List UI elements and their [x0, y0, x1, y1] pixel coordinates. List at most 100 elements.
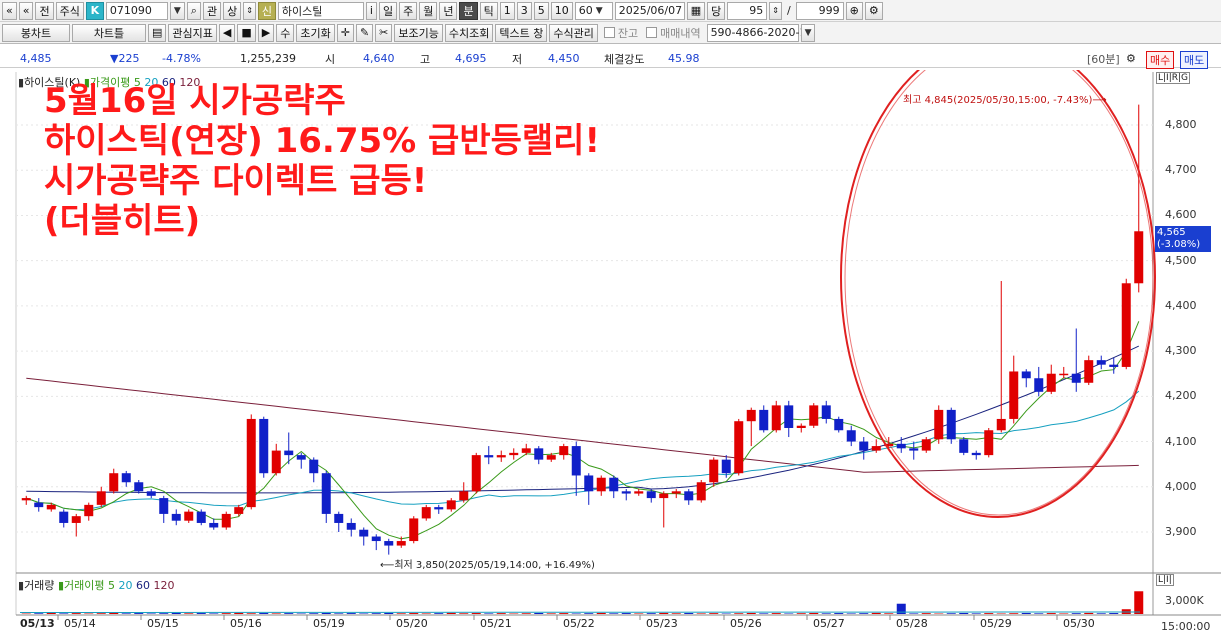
period-month-button[interactable]: 월 [419, 1, 438, 20]
settings-button[interactable]: ⚙ [864, 1, 883, 20]
interval-10-button[interactable]: 10 [550, 1, 573, 20]
headline-line-3: 시가공략주 다이렉트 급등! [44, 161, 428, 201]
candle-body [134, 482, 144, 492]
cut-button[interactable]: ✂ [375, 23, 393, 42]
headline-line-4: (더블히트) [44, 201, 201, 241]
candle-body [496, 455, 506, 458]
price-change-pct: -4.78% [162, 52, 201, 65]
count-spinner[interactable]: ⇕ [769, 1, 782, 20]
code-dropdown-button[interactable]: ▼ [169, 1, 185, 20]
volume-bar [146, 613, 156, 614]
candle-body [621, 491, 631, 494]
candle-body [696, 482, 706, 501]
candle-body [484, 455, 494, 458]
candle-body [959, 439, 969, 453]
reset-button[interactable]: 초기화 [296, 23, 335, 42]
y-tick-label: 4,200 [1165, 389, 1197, 403]
price-query-button[interactable]: 수치조회 [444, 23, 494, 42]
kospi-badge[interactable]: K [85, 1, 104, 20]
count-input[interactable]: 95 [727, 1, 768, 20]
balance-checkbox[interactable]: 잔고 [603, 25, 638, 41]
save-button[interactable]: ▤ [148, 23, 167, 42]
lir-toggle[interactable]: L|I|R|G [1156, 72, 1190, 84]
candle-body [721, 459, 731, 474]
credit-badge[interactable]: 신 [257, 1, 276, 20]
current-tag-price: 4,565 [1157, 227, 1186, 238]
candle-chart-button[interactable]: 봉차트 [2, 23, 70, 42]
sell-button[interactable]: 매도 [1180, 51, 1209, 69]
candle-body [471, 455, 481, 492]
nav-collapse-button[interactable]: « [18, 1, 34, 20]
aux-button[interactable]: 보조기능 [394, 23, 443, 42]
interval-select[interactable]: 60 ▼ [574, 1, 613, 20]
candle-body [1084, 360, 1094, 383]
watch-button[interactable]: 관 [202, 1, 222, 20]
interval-3-button[interactable]: 3 [516, 1, 532, 20]
stock-name-text: 하이스틸 [281, 4, 323, 18]
period-year-button[interactable]: 년 [439, 1, 458, 20]
scroll-left-button[interactable]: ◀ [218, 23, 236, 42]
candle-body [259, 418, 269, 474]
calendar-button[interactable]: ▦ [686, 1, 706, 20]
volume-bar [559, 613, 569, 614]
stock-info-button[interactable]: i [365, 1, 377, 20]
su-button[interactable]: 수 [276, 23, 295, 42]
stop-button[interactable]: ■ [237, 23, 256, 42]
zoom-in-button[interactable]: ⊕ [845, 1, 863, 20]
stock-code-input[interactable]: 071090 [105, 1, 168, 20]
candle-body [796, 425, 806, 428]
period-tick-button[interactable]: 틱 [479, 1, 498, 20]
volume-bar [609, 613, 619, 614]
candle-body [759, 409, 769, 431]
volume-bar [984, 613, 994, 614]
interval-1-button[interactable]: 1 [499, 1, 515, 20]
volume-bar [446, 612, 456, 614]
buy-button[interactable]: 매수 [1146, 51, 1175, 69]
caret-right-icon: ▶ [261, 26, 271, 39]
prev-button[interactable]: 전 [35, 1, 54, 20]
chart-frame-button[interactable]: 차트틀 [72, 23, 146, 42]
sang-button[interactable]: 상 [223, 1, 242, 20]
candle-body [1121, 283, 1131, 367]
volume-bar [796, 613, 806, 614]
candle-body [46, 504, 56, 510]
volume-bar [921, 613, 931, 614]
period-minute-button[interactable]: 분 [459, 1, 478, 20]
account-dropdown-button[interactable]: ▼ [800, 23, 816, 42]
candle-body [321, 473, 331, 514]
volume-bar [96, 613, 106, 614]
interval-5-button[interactable]: 5 [533, 1, 549, 20]
dang-button[interactable]: 당 [707, 1, 726, 20]
scroll-right-button[interactable]: ▶ [257, 23, 275, 42]
time-label: 15:00:00 [1161, 620, 1211, 633]
candle-body [984, 430, 994, 456]
period-week-button[interactable]: 주 [399, 1, 418, 20]
headline-line-1: 5월16일 시가공략주 [44, 81, 346, 121]
total-count-field: 999 [795, 1, 844, 20]
watch-indicator-button[interactable]: 관심지표 [168, 23, 217, 42]
crosshair-button[interactable]: ✛ [336, 23, 354, 42]
market-select[interactable]: 주식 [55, 1, 84, 20]
volume-bar [171, 612, 181, 614]
candle-body [246, 418, 256, 508]
candle-body [21, 498, 31, 501]
updown-spinner[interactable]: ⇕ [243, 1, 256, 20]
search-button[interactable]: ⌕ [186, 1, 201, 20]
period-day-button[interactable]: 일 [378, 1, 398, 20]
chevron-down-icon: ▼ [804, 27, 812, 38]
volume-bar [734, 613, 744, 614]
volume-bar [746, 613, 756, 614]
candle-body [1021, 371, 1031, 379]
vol-lir-toggle[interactable]: L|I| [1156, 574, 1174, 586]
draw-tool-button[interactable]: ✎ [355, 23, 374, 42]
zoom-in-icon: ⊕ [849, 4, 859, 17]
account-select[interactable]: 590-4866-2020-1 [706, 23, 806, 42]
text-window-button[interactable]: 텍스트 창 [495, 23, 548, 42]
formula-button[interactable]: 수식관리 [549, 23, 598, 42]
trade-history-checkbox[interactable]: 매매내역 [646, 25, 701, 41]
date-input[interactable]: 2025/06/07 [614, 1, 685, 20]
candle-body [659, 493, 669, 499]
candle-body [559, 446, 569, 456]
candle-body [634, 491, 644, 494]
nav-back-button[interactable]: « [2, 1, 17, 20]
